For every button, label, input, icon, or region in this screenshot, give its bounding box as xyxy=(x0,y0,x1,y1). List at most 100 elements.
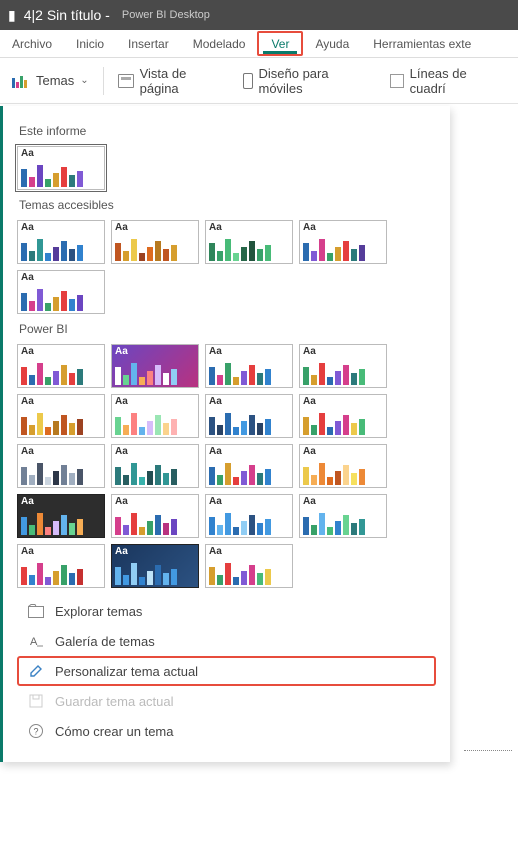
theme-swatch[interactable]: Aa xyxy=(17,394,105,438)
theme-swatch[interactable]: Aa xyxy=(111,220,199,264)
theme-aa-label: Aa xyxy=(209,347,289,357)
theme-bars xyxy=(115,511,195,535)
grid-powerbi: AaAaAaAaAaAaAaAaAaAaAaAaAaAaAaAaAaAaAa xyxy=(17,344,436,588)
tab-modelado[interactable]: Modelado xyxy=(181,30,258,57)
app-icon: ▮ xyxy=(8,7,16,24)
theme-aa-label: Aa xyxy=(303,447,383,457)
theme-bars xyxy=(115,561,195,585)
grid-este-informe: Aa xyxy=(17,146,436,190)
themes-label: Temas xyxy=(36,73,74,88)
mobile-layout-label: Diseño para móviles xyxy=(259,66,376,96)
theme-aa-label: Aa xyxy=(209,447,289,457)
theme-aa-label: Aa xyxy=(209,497,289,507)
theme-aa-label: Aa xyxy=(115,497,195,507)
theme-swatch[interactable]: Aa xyxy=(299,220,387,264)
theme-swatch[interactable]: Aa xyxy=(17,444,105,488)
checkbox-icon xyxy=(390,74,404,88)
dotted-guide xyxy=(464,750,512,751)
theme-aa-label: Aa xyxy=(303,497,383,507)
theme-swatch[interactable]: Aa xyxy=(17,220,105,264)
theme-bars xyxy=(209,511,289,535)
tab-ayuda[interactable]: Ayuda xyxy=(303,30,361,57)
theme-swatch[interactable]: Aa xyxy=(111,544,199,588)
themes-gallery: Este informe Aa Temas accesibles AaAaAaA… xyxy=(0,106,450,762)
theme-bars xyxy=(21,561,101,585)
section-powerbi: Power BI xyxy=(19,322,436,336)
theme-bars xyxy=(21,461,101,485)
theme-swatch[interactable]: Aa xyxy=(299,394,387,438)
save-theme-item: Guardar tema actual xyxy=(17,686,436,716)
customize-theme-label: Personalizar tema actual xyxy=(55,664,198,679)
theme-bars xyxy=(21,237,101,261)
theme-bars xyxy=(115,361,195,385)
how-to-create-theme-item[interactable]: ? Cómo crear un tema xyxy=(17,716,436,746)
section-accesibles: Temas accesibles xyxy=(19,198,436,212)
theme-swatch[interactable]: Aa xyxy=(205,220,293,264)
theme-aa-label: Aa xyxy=(21,397,101,407)
theme-bars xyxy=(21,511,101,535)
theme-bars xyxy=(21,361,101,385)
theme-gallery-link[interactable]: A Galería de temas xyxy=(17,626,436,656)
theme-bars xyxy=(303,411,383,435)
svg-text:A: A xyxy=(30,636,38,648)
tab-ver[interactable]: Ver xyxy=(257,31,303,56)
theme-aa-label: Aa xyxy=(21,447,101,457)
theme-swatch[interactable]: Aa xyxy=(205,544,293,588)
tab-inicio[interactable]: Inicio xyxy=(64,30,116,57)
tab-insertar[interactable]: Insertar xyxy=(116,30,181,57)
page-view-button[interactable]: Vista de página xyxy=(118,66,229,96)
theme-bars xyxy=(21,411,101,435)
themes-dropdown[interactable]: Temas ⌄ xyxy=(12,73,89,88)
theme-swatch[interactable]: Aa xyxy=(17,494,105,538)
theme-bars xyxy=(209,461,289,485)
theme-bars xyxy=(303,511,383,535)
theme-swatch[interactable]: Aa xyxy=(299,444,387,488)
theme-aa-label: Aa xyxy=(209,397,289,407)
theme-swatch[interactable]: Aa xyxy=(17,146,105,190)
theme-aa-label: Aa xyxy=(303,397,383,407)
theme-swatch[interactable]: Aa xyxy=(17,544,105,588)
how-to-create-label: Cómo crear un tema xyxy=(55,724,174,739)
theme-aa-label: Aa xyxy=(303,347,383,357)
theme-swatch[interactable]: Aa xyxy=(299,494,387,538)
theme-gallery-label: Galería de temas xyxy=(55,634,155,649)
theme-swatch[interactable]: Aa xyxy=(17,270,105,314)
theme-aa-label: Aa xyxy=(115,347,195,357)
theme-swatch[interactable]: Aa xyxy=(111,444,199,488)
ribbon-tabs: Archivo Inicio Insertar Modelado Ver Ayu… xyxy=(0,30,518,58)
theme-swatch[interactable]: Aa xyxy=(205,494,293,538)
theme-bars xyxy=(303,461,383,485)
theme-swatch[interactable]: Aa xyxy=(17,344,105,388)
theme-aa-label: Aa xyxy=(209,547,289,557)
section-este-informe: Este informe xyxy=(19,124,436,138)
chevron-down-icon: ⌄ xyxy=(80,75,88,86)
theme-aa-label: Aa xyxy=(21,547,101,557)
title-bar: ▮ 4|2 Sin título - Power BI Desktop xyxy=(0,0,518,30)
theme-swatch[interactable]: Aa xyxy=(111,494,199,538)
phone-icon xyxy=(243,73,253,89)
theme-swatch[interactable]: Aa xyxy=(205,394,293,438)
theme-bars xyxy=(209,237,289,261)
theme-swatch[interactable]: Aa xyxy=(299,344,387,388)
theme-aa-label: Aa xyxy=(21,149,101,159)
explore-themes-item[interactable]: Explorar temas xyxy=(17,596,436,626)
theme-bars xyxy=(21,163,101,187)
theme-bars xyxy=(115,461,195,485)
document-title: 4|2 Sin título - xyxy=(24,7,110,23)
tab-herramientas[interactable]: Herramientas exte xyxy=(361,30,483,57)
text-icon: A xyxy=(27,633,45,649)
theme-aa-label: Aa xyxy=(115,397,195,407)
theme-aa-label: Aa xyxy=(21,223,101,233)
mobile-layout-button[interactable]: Diseño para móviles xyxy=(243,66,376,96)
theme-swatch[interactable]: Aa xyxy=(111,394,199,438)
theme-swatch[interactable]: Aa xyxy=(111,344,199,388)
gridlines-toggle[interactable]: Líneas de cuadrí xyxy=(390,66,506,96)
theme-bars xyxy=(115,237,195,261)
themes-icon xyxy=(12,74,30,88)
theme-swatch[interactable]: Aa xyxy=(205,344,293,388)
customize-theme-item[interactable]: Personalizar tema actual xyxy=(17,656,436,686)
save-icon xyxy=(27,693,45,709)
theme-aa-label: Aa xyxy=(115,447,195,457)
theme-swatch[interactable]: Aa xyxy=(205,444,293,488)
tab-archivo[interactable]: Archivo xyxy=(0,30,64,57)
